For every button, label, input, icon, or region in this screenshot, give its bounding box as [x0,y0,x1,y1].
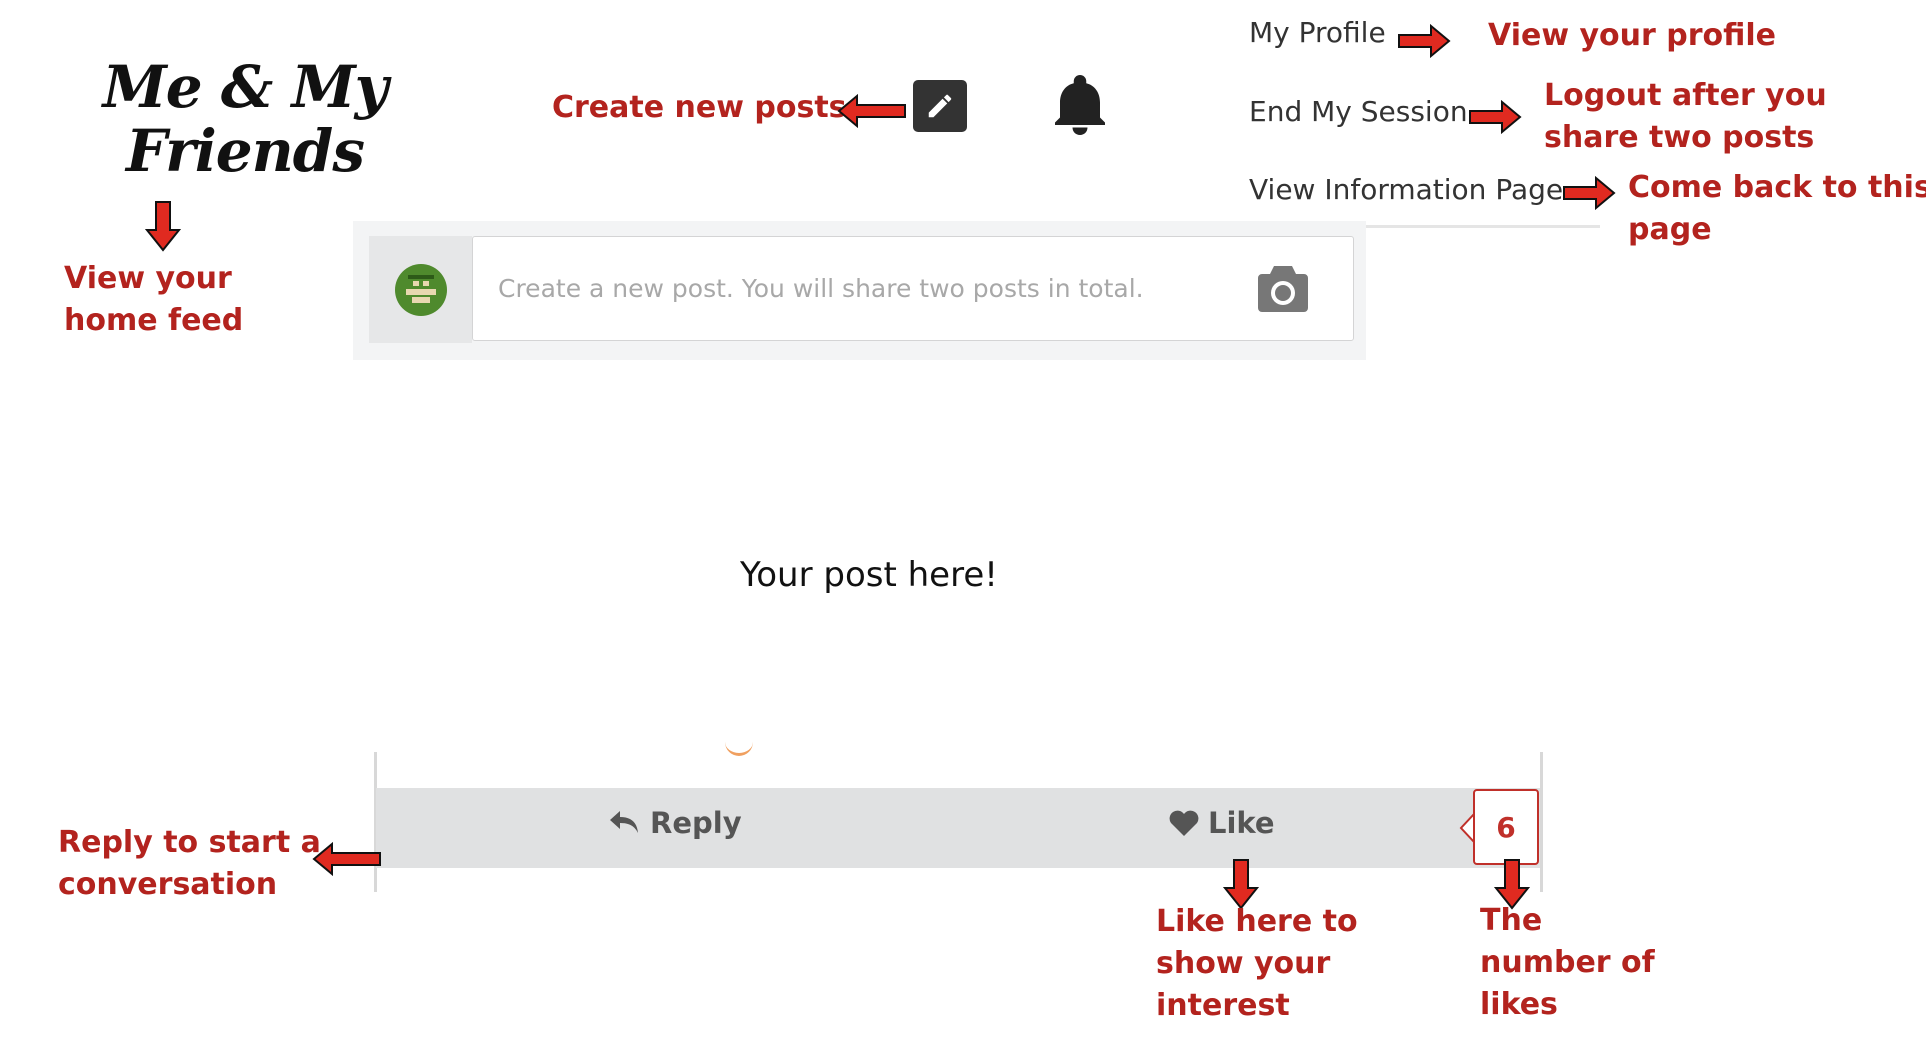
logo-line-1: Me & My [102,53,389,121]
avatar[interactable] [394,261,448,319]
post-content-fragment [725,741,753,756]
annotation-arrow-right-icon [1469,100,1522,134]
bell-icon[interactable] [1050,72,1110,138]
new-post-placeholder: Create a new post. You will share two po… [498,274,1144,303]
post-action-bar [376,788,1540,868]
reply-button[interactable]: Reply [608,806,742,840]
annotation-come-back: Come back to this page [1628,170,1926,247]
like-label: Like [1208,806,1275,840]
like-count-badge: 6 [1473,789,1539,865]
like-button[interactable]: Like [1168,806,1275,840]
annotation-arrow-down-icon [145,201,181,252]
post-text: Your post here! [740,555,998,595]
heart-icon [1169,810,1199,836]
annotation-reply: Reply to start a conversation [58,825,321,902]
annotation-likes-count: The number of likes [1480,903,1655,1022]
annotation-arrow-left-icon [312,842,381,876]
reply-label: Reply [650,806,742,840]
annotation-logout: Logout after you share two posts [1544,78,1827,155]
annotation-view-profile: View your profile [1488,18,1776,53]
menu-end-session[interactable]: End My Session [1249,95,1468,128]
camera-icon[interactable] [1256,260,1310,316]
pencil-icon [928,94,952,118]
compose-post-button[interactable] [913,80,967,132]
menu-divider [1365,225,1600,228]
menu-my-profile[interactable]: My Profile [1249,16,1386,49]
card-border [1540,752,1543,892]
annotation-arrow-left-icon [837,94,906,128]
logo-line-2: Friends [125,117,365,185]
site-logo[interactable]: Me & My Friends [95,55,395,183]
reply-arrow-icon [610,811,638,833]
menu-information-page[interactable]: View Information Page [1249,173,1563,206]
annotation-arrow-right-icon [1563,176,1616,210]
avatar-cell [369,236,472,343]
annotation-create-posts: Create new posts [552,90,847,125]
annotation-arrow-right-icon [1398,24,1451,58]
annotation-home-feed: View your home feed [64,261,244,338]
annotation-like: Like here to show your interest [1156,904,1358,1023]
